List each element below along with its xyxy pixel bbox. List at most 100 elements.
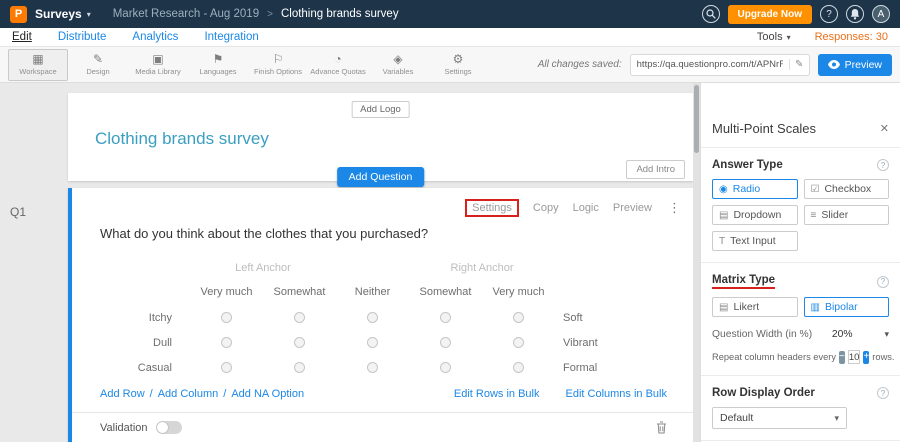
- menu-item-distribute[interactable]: Distribute: [58, 31, 107, 43]
- help-icon[interactable]: ?: [877, 159, 889, 171]
- notifications-button[interactable]: [846, 5, 864, 23]
- radio-option[interactable]: [367, 362, 378, 373]
- delete-question-button[interactable]: [656, 421, 667, 434]
- bipolar-icon: ▥: [811, 302, 820, 313]
- question-mark-icon: ?: [826, 9, 832, 20]
- radio-option[interactable]: [440, 312, 451, 323]
- surveys-dropdown[interactable]: Surveys ▾: [35, 7, 91, 21]
- question-text[interactable]: What do you think about the clothes that…: [100, 226, 681, 241]
- row-display-order-select[interactable]: Default ▾: [712, 407, 847, 429]
- breadcrumb-folder[interactable]: Market Research - Aug 2019: [113, 8, 259, 20]
- toolbar-item-settings[interactable]: ⚙ Settings: [428, 51, 488, 78]
- radio-option[interactable]: [513, 362, 524, 373]
- radio-option[interactable]: [221, 362, 232, 373]
- toolbar-item-label: Workspace: [19, 67, 56, 76]
- answer-type-checkbox[interactable]: ☑ Checkbox: [804, 179, 890, 199]
- preview-button[interactable]: Preview: [818, 54, 892, 76]
- edit-url-pencil-icon[interactable]: ✎: [789, 59, 809, 70]
- answer-type-label: Answer Type: [712, 159, 783, 171]
- radio-option[interactable]: [294, 362, 305, 373]
- right-anchor-label: Right Anchor: [409, 262, 555, 274]
- toolbar-item-design[interactable]: ✎ Design: [68, 51, 128, 78]
- close-icon[interactable]: ✕: [880, 122, 889, 135]
- stepper-minus-button[interactable]: −: [839, 351, 845, 364]
- add-column-link[interactable]: Add Column: [158, 388, 219, 400]
- toolbar-item-media-library[interactable]: ▣ Media Library: [128, 51, 188, 78]
- radio-option[interactable]: [294, 337, 305, 348]
- builder-toolbar: ▦ Workspace ✎ Design ▣ Media Library ⚑ L…: [0, 47, 900, 83]
- stepper-plus-button[interactable]: +: [863, 351, 869, 364]
- matrix-grid: Left Anchor Right Anchor Very much Somew…: [100, 257, 681, 380]
- responses-count-link[interactable]: Responses: 30: [815, 31, 888, 43]
- radio-option[interactable]: [440, 362, 451, 373]
- radio-option[interactable]: [513, 337, 524, 348]
- matrix-type-bipolar[interactable]: ▥ Bipolar: [804, 297, 890, 317]
- question-settings-panel: Multi-Point Scales ✕ Answer Type ? ◉ Rad…: [700, 83, 900, 442]
- answer-type-radio[interactable]: ◉ Radio: [712, 179, 798, 199]
- help-icon[interactable]: ?: [877, 387, 889, 399]
- question-width-value[interactable]: 20%: [832, 329, 853, 340]
- radio-option[interactable]: [367, 337, 378, 348]
- toolbar-item-label: Languages: [199, 67, 236, 76]
- survey-title[interactable]: Clothing brands survey: [95, 129, 269, 149]
- answer-type-dropdown[interactable]: ▤ Dropdown: [712, 205, 798, 225]
- add-logo-button[interactable]: Add Logo: [351, 101, 410, 118]
- menu-item-edit[interactable]: Edit: [12, 31, 32, 43]
- option-label: Text Input: [730, 235, 776, 247]
- radio-option[interactable]: [221, 337, 232, 348]
- toolbar-item-finish-options[interactable]: ⚐ Finish Options: [248, 51, 308, 78]
- edit-rows-in-bulk-link[interactable]: Edit Rows in Bulk: [454, 388, 540, 400]
- survey-url-input[interactable]: [631, 59, 789, 70]
- chevron-down-icon: ▾: [787, 33, 791, 42]
- links-separator: /: [150, 388, 153, 400]
- vertical-scrollbar[interactable]: [693, 83, 700, 442]
- add-question-button[interactable]: Add Question: [337, 167, 425, 187]
- radio-option[interactable]: [440, 337, 451, 348]
- row-left-label: Casual: [100, 362, 190, 374]
- stepper-value[interactable]: 10: [848, 350, 861, 364]
- matrix-type-likert[interactable]: ▤ Likert: [712, 297, 798, 317]
- menu-item-analytics[interactable]: Analytics: [132, 31, 178, 43]
- bell-icon: [850, 9, 860, 20]
- row-right-label: Formal: [555, 362, 597, 374]
- add-na-option-link[interactable]: Add NA Option: [231, 388, 304, 400]
- toolbar-item-variables[interactable]: ◈ Variables: [368, 51, 428, 78]
- add-intro-button[interactable]: Add Intro: [626, 160, 685, 179]
- question-number-label: Q1: [10, 205, 26, 219]
- menu-item-integration[interactable]: Integration: [204, 31, 258, 43]
- survey-url-box: ✎: [630, 54, 810, 76]
- scrollbar-thumb[interactable]: [694, 85, 699, 153]
- add-row-link[interactable]: Add Row: [100, 388, 145, 400]
- question-action-preview[interactable]: Preview: [613, 202, 652, 214]
- design-icon: ✎: [93, 53, 103, 66]
- help-icon[interactable]: ?: [877, 276, 889, 288]
- question-action-copy[interactable]: Copy: [533, 202, 559, 214]
- answer-type-slider[interactable]: ≡ Slider: [804, 205, 890, 225]
- search-icon: [706, 9, 716, 19]
- panel-title: Multi-Point Scales: [712, 121, 816, 136]
- question-action-settings[interactable]: Settings: [465, 199, 519, 217]
- radio-option[interactable]: [221, 312, 232, 323]
- topbar-actions: Upgrade Now ? A: [702, 5, 890, 24]
- chevron-down-icon[interactable]: ▾: [884, 329, 889, 340]
- radio-option[interactable]: [513, 312, 524, 323]
- menubar-right: Tools ▾ Responses: 30: [757, 31, 888, 43]
- answer-type-text-input[interactable]: T Text Input: [712, 231, 798, 251]
- chevron-down-icon: ▾: [87, 10, 91, 19]
- toolbar-item-languages[interactable]: ⚑ Languages: [188, 51, 248, 78]
- validation-toggle[interactable]: [156, 421, 182, 434]
- breadcrumb-separator: >: [267, 9, 273, 20]
- upgrade-now-button[interactable]: Upgrade Now: [728, 5, 812, 24]
- user-avatar[interactable]: A: [872, 5, 890, 23]
- toolbar-item-workspace[interactable]: ▦ Workspace: [8, 49, 68, 81]
- help-button[interactable]: ?: [820, 5, 838, 23]
- toolbar-item-advance-quotas[interactable]: ◔ Advance Quotas: [308, 51, 368, 78]
- radio-option[interactable]: [367, 312, 378, 323]
- kebab-menu-icon[interactable]: ⋮: [668, 200, 681, 216]
- question-action-logic[interactable]: Logic: [573, 202, 599, 214]
- search-button[interactable]: [702, 5, 720, 23]
- radio-option[interactable]: [294, 312, 305, 323]
- questionpro-logo[interactable]: P: [10, 6, 27, 23]
- tools-dropdown[interactable]: Tools ▾: [757, 31, 791, 43]
- edit-columns-in-bulk-link[interactable]: Edit Columns in Bulk: [566, 388, 668, 400]
